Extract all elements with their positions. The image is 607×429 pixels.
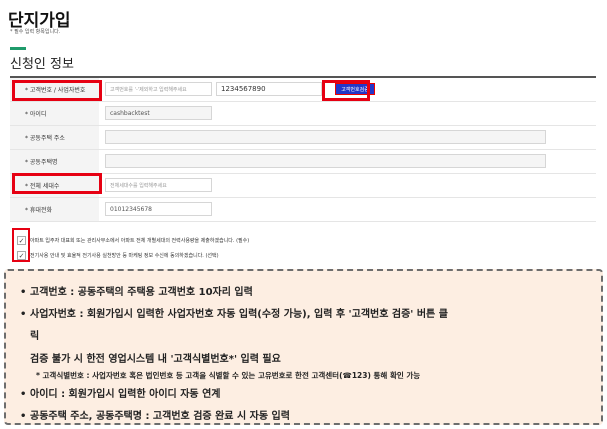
- note-bullet: •: [20, 389, 27, 400]
- note-text-6: 공동주택 주소, 공동주택명 : 고객번호 검증 완료 시 자동 입력: [30, 411, 290, 422]
- note-text-5: 아이디 : 회원가입시 입력한 아이디 자동 연계: [30, 389, 221, 400]
- user-id-label: * 아이디: [10, 102, 99, 125]
- note-bullet: •: [20, 287, 27, 298]
- note-line-6: • 공동주택 주소, 공동주택명 : 고객번호 검증 완료 시 자동 입력: [20, 407, 290, 422]
- highlight-agreements: [12, 228, 30, 262]
- complex-name-label: * 공동주택명: [10, 150, 99, 173]
- mobile-input[interactable]: 01012345678: [105, 202, 212, 216]
- households-input[interactable]: 전체세대수를 입력해주세요: [105, 178, 212, 192]
- highlight-verify-button: [322, 80, 370, 101]
- highlight-customer-number-label: [12, 80, 102, 101]
- agree-marketing-text: 전기사용 안내 및 효율적 전기사용 실천방안 등 마케팅 정보 수신에 동의하…: [30, 253, 219, 259]
- agree-required-text: 아파트 입주자 대표회 또는 관리사무소에서 아파트 전체 개별세대의 전력사용…: [30, 238, 250, 244]
- section-title: 신청인 정보: [10, 57, 74, 72]
- user-id-field: cashbacktest: [105, 106, 212, 120]
- note-bullet: •: [20, 309, 27, 320]
- note-text-2b: 릭: [30, 331, 40, 342]
- section-bar: [10, 47, 26, 50]
- complex-address-label: * 공동주택 주소: [10, 126, 99, 149]
- customer-number-input[interactable]: 고객번호를 '-'제외하고 입력해주세요: [105, 82, 212, 96]
- note-line-5: • 아이디 : 회원가입시 입력한 아이디 자동 연계: [20, 385, 221, 400]
- note-line-1: • 고객번호 : 공동주택의 주택용 고객번호 10자리 입력: [20, 283, 253, 298]
- row-complex-address: * 공동주택 주소: [10, 126, 596, 150]
- row-complex-name: * 공동주택명: [10, 150, 596, 174]
- highlight-households-label: [12, 173, 102, 194]
- page-subtitle: * 필수 입력 항목입니다.: [10, 29, 61, 35]
- note-text-1: 고객번호 : 공동주택의 주택용 고객번호 10자리 입력: [30, 287, 253, 298]
- complex-address-field: [105, 130, 546, 144]
- row-user-id: * 아이디 cashbacktest: [10, 102, 596, 126]
- note-text-2: 사업자번호 : 회원가입시 입력한 사업자번호 자동 입력(수정 가능), 입력…: [30, 309, 448, 320]
- note-bullet: •: [20, 411, 27, 422]
- customer-number-value[interactable]: 1234567890: [216, 82, 322, 96]
- row-mobile: * 휴대전화 01012345678: [10, 198, 596, 222]
- note-text-4: * 고객식별번호 : 사업자번호 혹은 법인번호 등 고객을 식별할 수 있는 …: [36, 371, 421, 380]
- complex-name-field: [105, 154, 546, 168]
- note-text-3: 검증 불가 시 한전 영업시스템 내 '고객식별번호*' 입력 필요: [30, 354, 281, 365]
- notes-box: • 고객번호 : 공동주택의 주택용 고객번호 10자리 입력 • 사업자번호 : …: [4, 269, 603, 425]
- note-line-2: • 사업자번호 : 회원가입시 입력한 사업자번호 자동 입력(수정 가능), 입…: [20, 305, 448, 320]
- mobile-label: * 휴대전화: [10, 198, 99, 221]
